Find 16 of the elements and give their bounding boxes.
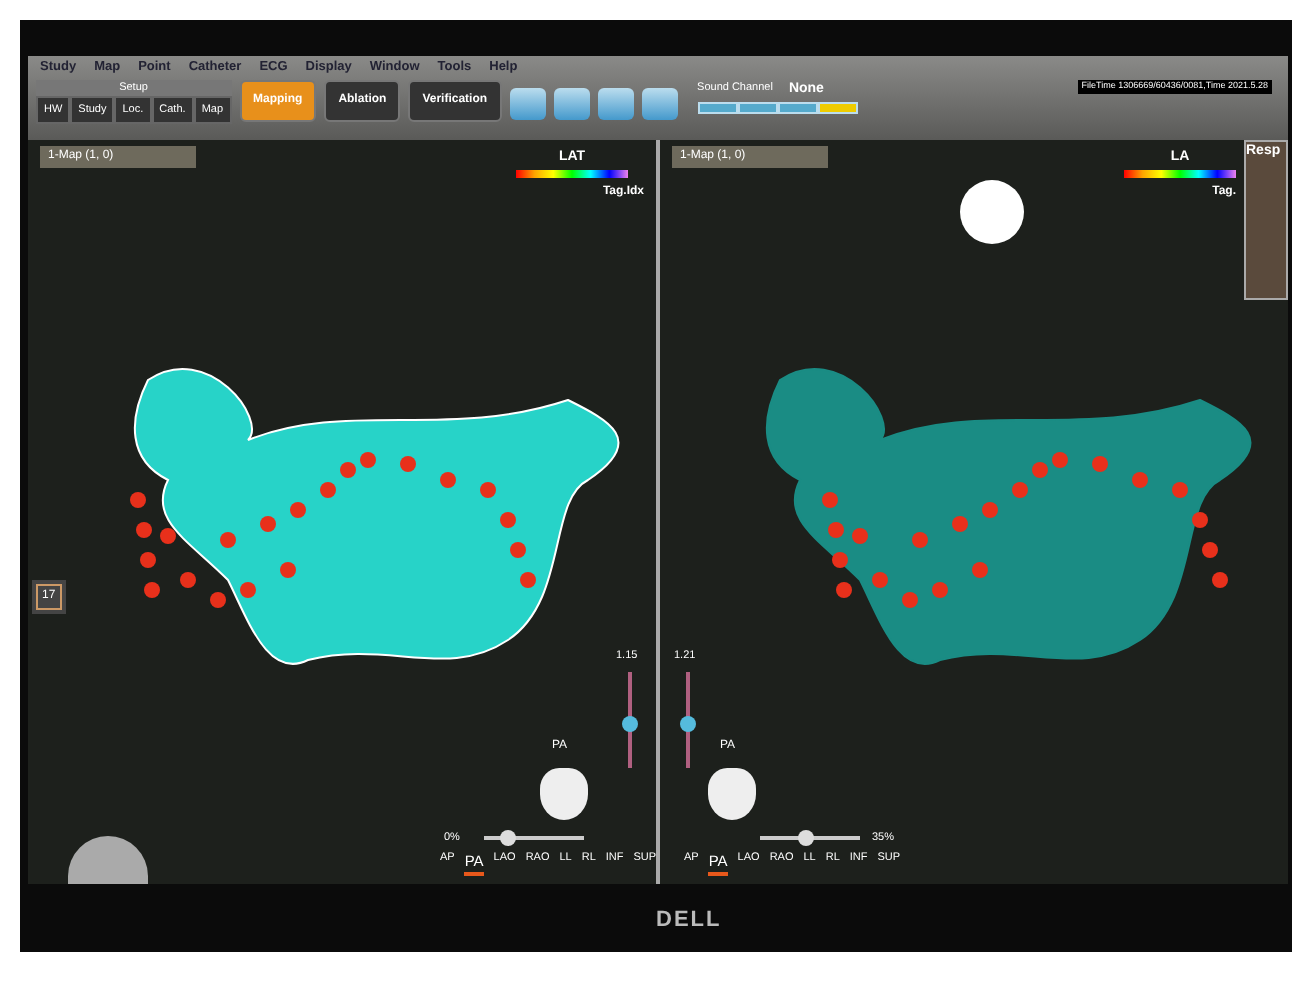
color-scale — [1124, 169, 1236, 177]
slider-thumb[interactable] — [680, 716, 696, 732]
moon-shape — [960, 180, 1024, 244]
slider-thumb[interactable] — [797, 830, 814, 846]
heart-icon — [540, 768, 588, 820]
toolbar-button[interactable] — [597, 87, 634, 120]
toolbar-button[interactable] — [641, 87, 678, 120]
color-scale — [516, 169, 628, 177]
slider-thumb[interactable] — [622, 716, 638, 732]
toolbar-button[interactable] — [553, 87, 590, 120]
brand-logo: DELL — [656, 906, 722, 936]
orientation-dial[interactable] — [68, 836, 148, 884]
toolbar-button[interactable] — [509, 87, 546, 120]
slider-thumb[interactable] — [500, 830, 517, 846]
heart-icon — [708, 768, 756, 820]
channel-buttons[interactable] — [697, 102, 858, 115]
